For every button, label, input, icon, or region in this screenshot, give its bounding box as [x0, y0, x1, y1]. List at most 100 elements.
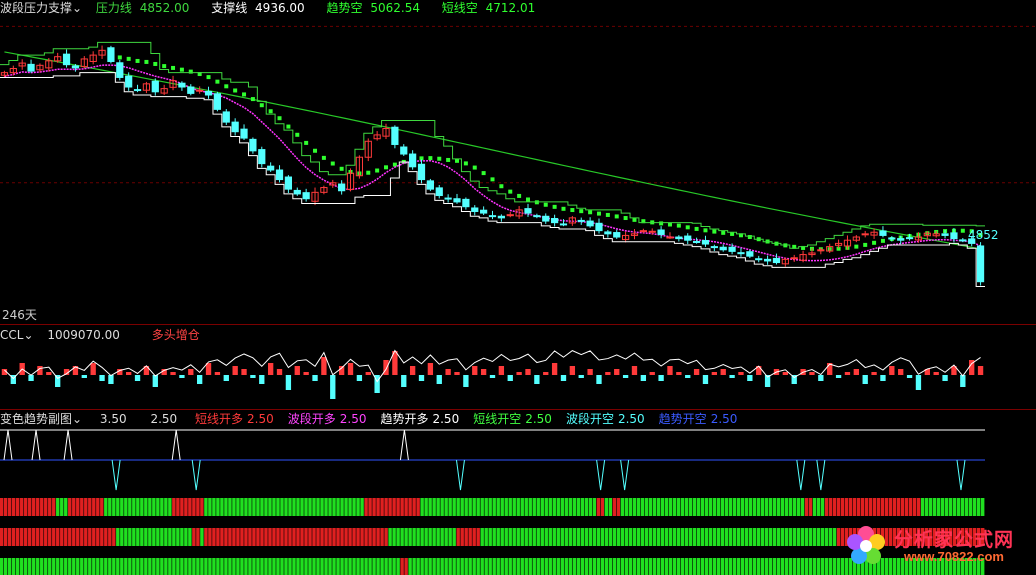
color-bar	[484, 528, 488, 546]
color-bar	[556, 528, 560, 546]
spike-up	[399, 429, 409, 461]
ccl-bar	[214, 372, 221, 375]
trend-dot	[499, 184, 504, 189]
candle-body	[488, 215, 497, 218]
trend-dot	[463, 161, 468, 166]
color-bar	[28, 498, 32, 516]
color-bar	[204, 498, 208, 516]
candle-body	[444, 197, 452, 200]
candle-body	[657, 229, 665, 235]
color-bar	[176, 558, 180, 575]
ccl-bar	[81, 375, 87, 378]
color-bar	[304, 528, 308, 546]
color-bar	[116, 498, 120, 516]
color-bar	[20, 498, 24, 516]
ccl-bar	[862, 375, 868, 384]
color-bar	[248, 558, 252, 575]
candle-body	[293, 189, 301, 195]
candle-body	[613, 232, 621, 238]
color-bar	[48, 528, 52, 546]
color-bar	[808, 528, 813, 546]
color-bar	[92, 558, 96, 575]
ccl-bar	[649, 372, 655, 375]
color-bar	[388, 528, 392, 546]
color-bar	[960, 498, 965, 516]
color-bar	[796, 558, 801, 575]
color-bar	[740, 498, 745, 516]
ccl-bar	[427, 363, 434, 375]
color-bar	[580, 528, 584, 546]
color-bar	[40, 558, 44, 575]
color-bar	[240, 528, 244, 546]
color-bar	[300, 498, 304, 516]
color-bar	[564, 528, 568, 546]
color-bar	[280, 498, 284, 516]
color-bar	[456, 498, 460, 516]
ccl-bar	[853, 369, 859, 375]
color-bar	[36, 528, 40, 546]
ccl-bar	[631, 366, 638, 375]
color-bar	[568, 528, 572, 546]
trend-dot	[171, 65, 176, 70]
color-bar	[228, 498, 232, 516]
color-bar	[512, 558, 516, 575]
color-bar	[108, 498, 112, 516]
color-bar	[320, 498, 324, 516]
color-bar	[184, 528, 188, 546]
color-bar	[708, 498, 713, 516]
color-bar	[172, 558, 176, 575]
color-bar	[576, 498, 580, 516]
ccl-bar	[587, 369, 593, 375]
color-bar	[224, 528, 228, 546]
color-bar	[424, 498, 428, 516]
color-bar	[96, 498, 100, 516]
color-bar	[400, 498, 404, 516]
color-bar	[664, 528, 669, 546]
color-bar	[396, 528, 400, 546]
color-bar	[8, 558, 12, 575]
color-bar	[200, 498, 204, 516]
color-bar	[460, 528, 464, 546]
color-bar	[672, 528, 677, 546]
spike-down	[796, 459, 806, 491]
color-bar	[124, 558, 128, 575]
spike-up	[31, 429, 41, 461]
color-bar	[344, 528, 348, 546]
color-bar	[876, 498, 881, 516]
color-bar	[112, 498, 116, 516]
color-bar	[624, 528, 629, 546]
ccl-bar	[126, 372, 132, 375]
color-bar	[780, 498, 785, 516]
color-bar	[492, 498, 496, 516]
color-bar	[460, 498, 464, 516]
color-bar	[212, 558, 216, 575]
trend-dot	[259, 103, 264, 108]
color-bar	[364, 498, 368, 516]
color-bar	[428, 558, 432, 575]
candle-body	[267, 165, 275, 171]
color-bar	[716, 528, 721, 546]
color-bar	[724, 528, 729, 546]
color-bar	[612, 498, 617, 516]
color-bar	[600, 558, 605, 575]
color-bar	[128, 558, 132, 575]
color-bar	[412, 498, 416, 516]
color-bar	[236, 528, 240, 546]
color-bar	[644, 528, 649, 546]
candle-body	[817, 249, 825, 252]
color-bar	[612, 528, 617, 546]
color-bar	[136, 498, 140, 516]
color-bar	[352, 498, 356, 516]
color-bar	[816, 528, 821, 546]
color-bar	[440, 558, 444, 575]
color-bar	[944, 498, 949, 516]
color-bar	[796, 528, 801, 546]
color-bar	[280, 558, 284, 575]
color-bar	[776, 498, 781, 516]
candle-body	[222, 111, 230, 123]
color-bar	[372, 498, 376, 516]
color-bar	[36, 558, 40, 575]
color-bar	[700, 498, 705, 516]
ccl-bar	[729, 375, 735, 378]
color-bar	[820, 528, 825, 546]
